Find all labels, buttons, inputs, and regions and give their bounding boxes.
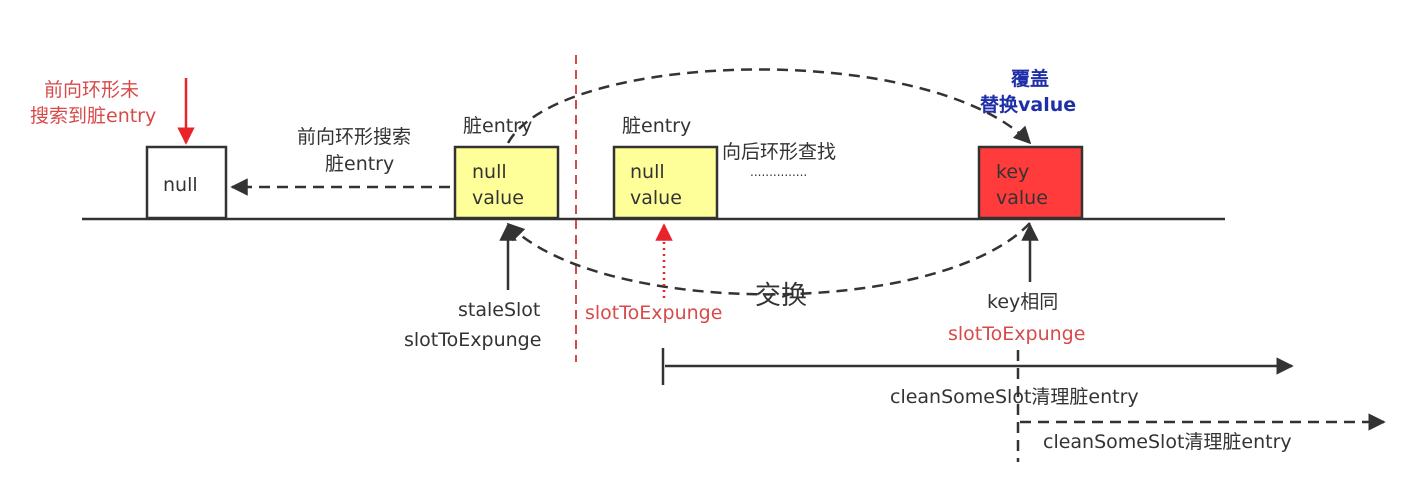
forward-search-label-2: 脏entry (325, 153, 394, 175)
stale-slot-line2: value (472, 187, 524, 209)
slot-to-expunge-label-1: slotToExpunge (404, 329, 541, 351)
key-slot-line1: key (996, 161, 1029, 183)
forward-not-found-label-2: 搜索到脏entry (30, 105, 156, 127)
swap-label: 交换 (755, 281, 807, 311)
stale-slot-line1: null (472, 161, 507, 183)
swap-upper-arc (506, 68, 1032, 145)
key-slot-line2: value (996, 187, 1048, 209)
expunge-slot-line1: null (630, 161, 665, 183)
clean-some-slot-label-2: cleanSomeSlot清理脏entry (1043, 431, 1292, 453)
forward-search-label-1: 前向环形搜索 (297, 126, 411, 148)
slot-to-expunge-label-2: slotToExpunge (585, 302, 722, 324)
key-same-label: key相同 (987, 291, 1058, 313)
overwrite-label-1: 覆盖 (1010, 67, 1049, 90)
stale-slot-label: staleSlot (458, 299, 540, 321)
null-slot-label: null (163, 174, 198, 196)
clean-some-slot-label-1: cleanSomeSlot清理脏entry (890, 386, 1139, 408)
slot-to-expunge-label-3: slotToExpunge (948, 323, 1085, 345)
overwrite-label-2: 替换value (980, 93, 1076, 116)
backward-search-dots: ............... (750, 165, 807, 179)
dirty-entry-label-2: 脏entry (622, 115, 691, 137)
forward-not-found-label-1: 前向环形未 (44, 79, 139, 101)
backward-search-label: 向后环形查找 (722, 141, 836, 163)
expunge-slot-line2: value (630, 187, 682, 209)
threadlocal-replace-stale-entry-diagram: null null value null value key value 前向环… (30, 55, 1386, 462)
